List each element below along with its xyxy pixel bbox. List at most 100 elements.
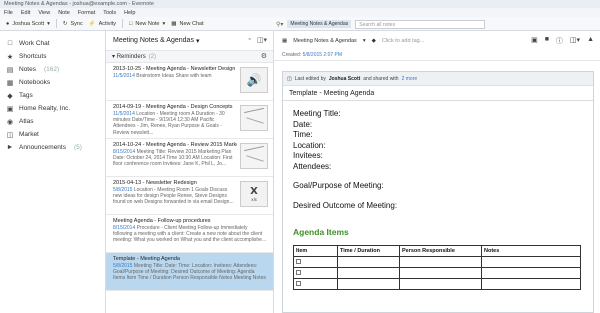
new-note-label: New Note [135,20,160,27]
note-date: 8/15/2014 [113,225,136,231]
reminders-header[interactable]: ▾ Reminders (2) ⚙ [106,51,273,63]
created-info: Created: 5/8/2015 2:07 PM [274,51,600,61]
reminder-icon[interactable]: ■ [545,36,549,46]
created-label: Created: [282,52,302,58]
chevron-down-icon[interactable]: ▾ [196,37,200,45]
notebook-icon: ▦ [6,79,14,87]
sidebar-item-label: Atlas [19,118,34,125]
sidebar-item-home-realty[interactable]: ▣ Home Realty, Inc. [0,102,105,115]
table-row[interactable] [293,278,581,290]
note-title: 2014-09-19 - Meeting Agenda - Design Con… [113,104,233,110]
sidebar-item-label: Announcements [19,144,66,151]
note-body[interactable]: Meeting Title: Date: Time: Location: Inv… [283,101,593,298]
new-chat-button[interactable]: ▩ New Chat [171,21,203,27]
gear-icon[interactable]: ⚙ [261,52,267,60]
sidebar-item-atlas[interactable]: ◉ Atlas [0,115,105,128]
table-header: Notes [481,245,581,257]
excel-file-icon: Xxls [240,181,268,207]
note-list: Meeting Notes & Agendas ▾ ▫ ◫▾ ▾ Reminde… [106,31,274,313]
expand-icon[interactable]: ▲ [587,36,594,46]
note-snippet: Meeting Title: Date: Time: Location: Inv… [113,263,266,282]
note-document[interactable]: ◫ Last edited by Joshua Scott and shared… [282,71,594,313]
note-title: 2015-04-13 - Newsletter Redesign [113,180,197,186]
user-icon: ● [6,20,10,27]
sidebar-item-label: Notes [19,66,36,73]
checkbox[interactable] [296,269,301,275]
note-date: 11/5/2014 [113,73,135,79]
activity-button[interactable]: ⚡ Activity [89,21,116,27]
info-middle: and shared with [363,75,399,82]
note-snippet: Brainstorm Ideas Share with team [136,73,212,79]
sidebar-item-label: Market [19,131,39,138]
sidebar-item-announcements[interactable]: ► Announcements (5) [0,141,105,154]
menu-tools[interactable]: Tools [103,10,116,16]
activity-label: Activity [98,20,117,27]
new-note-button[interactable]: □ New Note ▾ [129,21,165,27]
created-date: 5/8/2015 2:07 PM [302,52,343,58]
table-header: Time / Duration [337,245,400,257]
editor-notebook[interactable]: Meeting Notes & Agendas [293,38,357,44]
list-item[interactable]: 2014-10-24 - Meeting Agenda - Review 201… [106,139,273,177]
sync-icon: ↻ [62,20,68,27]
list-item[interactable]: 2013-10-25 - Meeting Agenda - Newsletter… [106,63,273,101]
user-menu[interactable]: ● Joshua Scott ▾ [6,21,50,27]
sidebar-item-notebooks[interactable]: ▦ Notebooks [0,76,105,89]
sidebar-item-tags[interactable]: ◆ Tags [0,89,105,102]
note-snippet: Location - Meeting Room 1 Goals Discuss … [113,187,234,206]
share-icon[interactable]: ◫▾ [570,36,580,46]
share-icon: ◫ [287,75,292,82]
sidebar-item-market[interactable]: ◫ Market [0,128,105,141]
sidebar-item-label: Tags [19,92,33,99]
sidebar-item-work-chat[interactable]: □ Work Chat [0,37,105,50]
lock-icon[interactable]: ▫ [248,36,250,44]
sketch-thumbnail [240,143,268,169]
search-scope-chip[interactable]: Meeting Notes & Agendas [287,20,352,28]
checkbox[interactable] [296,258,301,264]
table-row[interactable] [293,267,581,279]
note-editor: ▦ Meeting Notes & Agendas ▾ ◆ Click to a… [274,31,600,313]
sidebar-item-shortcuts[interactable]: ★ Shortcuts [0,50,105,63]
menu-note[interactable]: Note [58,10,70,16]
search-input[interactable]: Search all notes [355,19,486,29]
menu-view[interactable]: View [38,10,50,16]
view-options-icon[interactable]: ◫▾ [257,36,267,44]
note-snippet-wrap: 5/8/2015 Meeting Title: Date: Time: Loca… [113,263,267,282]
agenda-table[interactable]: Item Time / Duration Person Responsible … [293,245,581,290]
new-chat-label: New Chat [179,20,204,27]
building-icon: ▣ [6,105,14,113]
checkbox[interactable] [296,280,301,286]
field-location: Location: [293,140,326,150]
list-item-selected[interactable]: Template - Meeting Agenda 5/8/2015 Meeti… [106,253,273,291]
window-title: Meeting Notes & Agendas - joshua@example… [0,0,600,8]
megaphone-icon: ► [6,144,14,151]
table-header: Person Responsible [399,245,482,257]
info-icon[interactable]: ⓘ [556,36,563,46]
shared-more-link[interactable]: 2 more [402,76,418,82]
note-snippet-wrap: 8/15/2014 Meeting Title: Review 2015 Mar… [113,149,237,168]
menu-format[interactable]: Format [78,10,95,16]
chevron-down-icon[interactable]: ▾ [363,38,366,44]
note-icon: ▤ [6,66,14,74]
note-title: 2013-10-25 - Meeting Agenda - Newsletter… [113,66,237,72]
presentation-icon[interactable]: ▣ [531,36,538,46]
sync-button[interactable]: ↻ Sync [63,21,83,27]
chat-icon: □ [7,40,13,47]
new-note-icon: □ [129,20,133,27]
note-date: 5/8/2015 [113,187,133,193]
table-row[interactable] [293,256,581,268]
sidebar-item-notes[interactable]: ▤ Notes (162) [0,63,105,76]
sidebar-item-label: Notebooks [19,79,51,86]
list-item[interactable]: 2014-09-19 - Meeting Agenda - Design Con… [106,101,273,139]
list-item[interactable]: Meeting Agenda - Follow-up procedures 8/… [106,215,273,253]
list-item[interactable]: 2015-04-13 - Newsletter Redesign 5/8/201… [106,177,273,215]
note-title: Meeting Agenda - Follow-up procedures [113,218,211,224]
note-snippet-wrap: 11/5/2014 Brainstorm Ideas Share with te… [113,73,237,79]
menu-help[interactable]: Help [124,10,135,16]
menu-file[interactable]: File [4,10,13,16]
menu-edit[interactable]: Edit [21,10,30,16]
note-date: 11/5/2014 [113,111,135,117]
cart-icon: ◫ [6,131,14,139]
notebook-title[interactable]: Meeting Notes & Agendas [113,37,194,44]
add-tag-input[interactable]: Click to add tag... [382,38,425,44]
note-title-field[interactable]: Template - Meeting Agenda [283,86,593,101]
